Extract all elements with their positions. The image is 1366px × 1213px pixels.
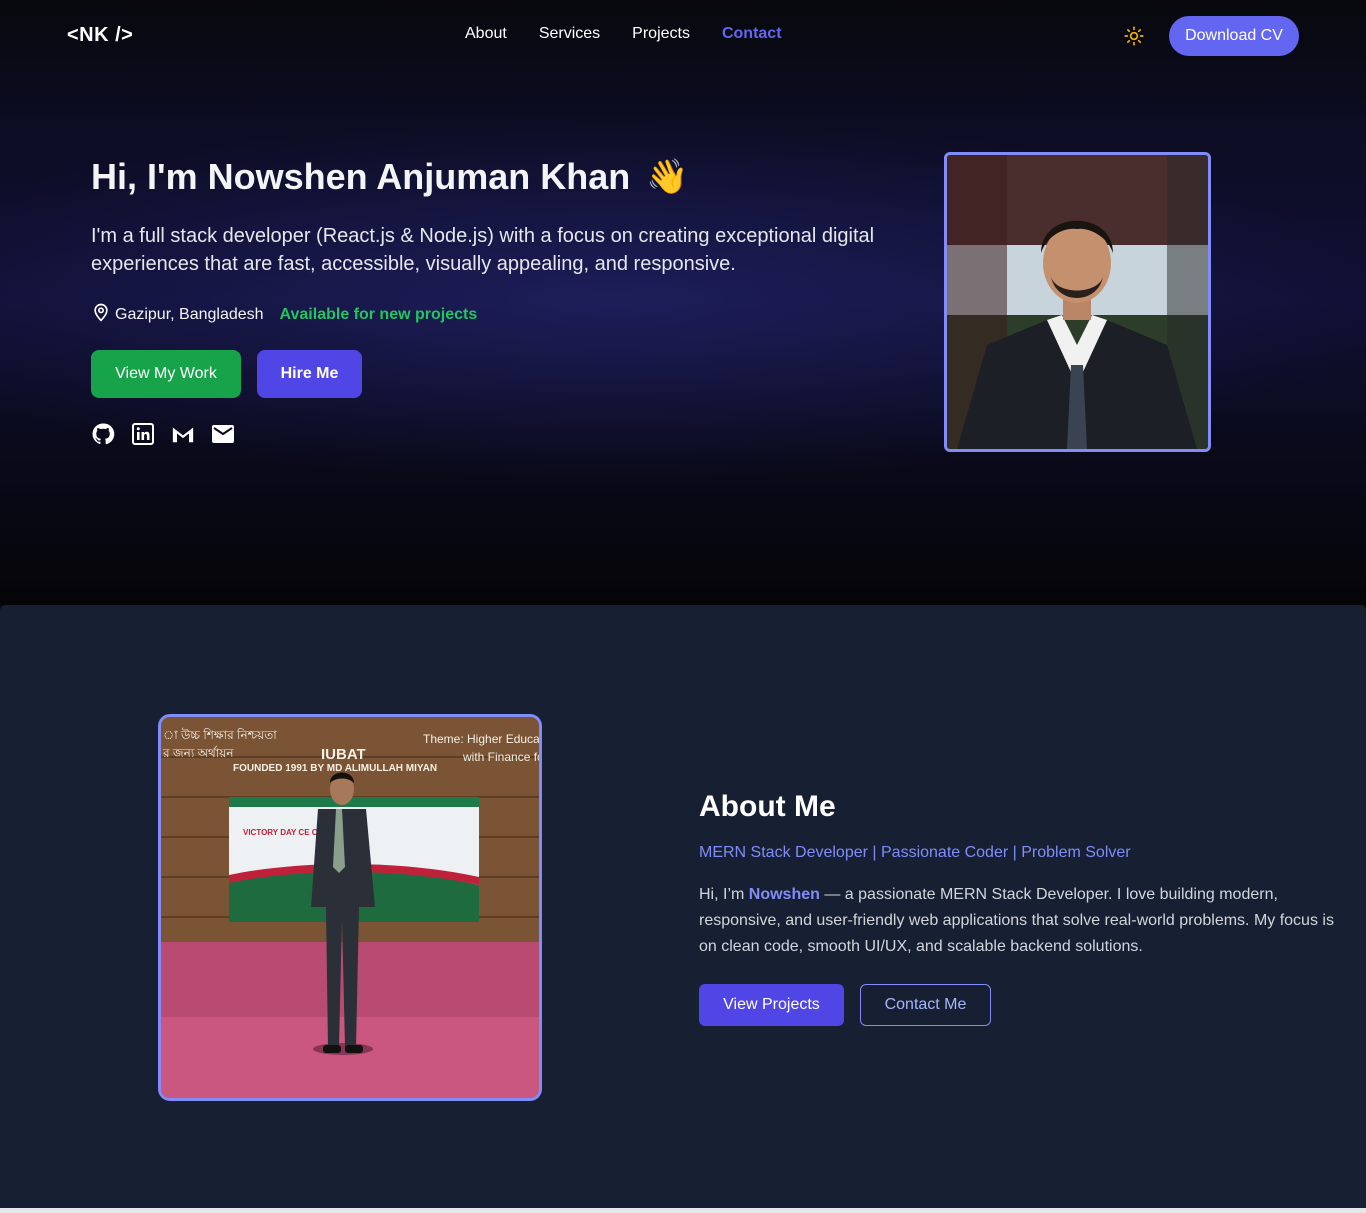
- github-icon[interactable]: [91, 422, 115, 446]
- profile-photo: [944, 152, 1211, 452]
- event-photo: VICTORY DAY CE OF BA IUBAT FOUNDED 1991 …: [158, 714, 542, 1101]
- site-logo[interactable]: <NK />: [67, 24, 133, 47]
- nav-links: About Services Projects Contact: [465, 25, 814, 43]
- about-text-name: Nowshen: [748, 886, 820, 903]
- mail-icon[interactable]: [211, 422, 235, 446]
- hero-description: I'm a full stack developer (React.js & N…: [91, 225, 875, 275]
- nav-link-about[interactable]: About: [465, 25, 507, 43]
- about-text-intro: Hi, I’m: [699, 886, 749, 903]
- about-title: About Me: [699, 790, 836, 823]
- location-text: Gazipur, Bangladesh: [115, 305, 264, 323]
- about-subtitle: MERN Stack Developer | Passionate Coder …: [699, 844, 1131, 861]
- hero-title-text: Hi, I'm Nowshen Anjuman Khan: [91, 156, 631, 197]
- bottom-divider: [0, 1208, 1366, 1213]
- nav-link-projects[interactable]: Projects: [632, 25, 690, 43]
- location: Gazipur, Bangladesh: [91, 302, 264, 327]
- view-my-work-button[interactable]: View My Work: [91, 350, 241, 398]
- sun-icon[interactable]: [1122, 24, 1146, 48]
- photo-sign-theme-1: Theme: Higher Educati: [423, 732, 539, 746]
- nav-link-services[interactable]: Services: [539, 25, 600, 43]
- photo-sign-iubat: IUBAT: [321, 746, 366, 763]
- hero-section: <NK /> About Services Projects Contact D…: [0, 0, 1366, 605]
- social-links: [91, 422, 235, 446]
- map-pin-icon: [91, 302, 111, 327]
- gmail-icon[interactable]: [171, 422, 195, 446]
- photo-sign-founded: FOUNDED 1991 BY MD ALIMULLAH MIYAN: [233, 763, 437, 774]
- about-buttons: View Projects Contact Me: [699, 984, 991, 1026]
- hero-title: Hi, I'm Nowshen Anjuman Khan 👋: [91, 156, 689, 198]
- photo-sign-bangla-1: া উচ্চ শিক্ষার নিশ্চয়তা: [163, 728, 277, 742]
- hero-meta: Gazipur, Bangladesh Available for new pr…: [91, 302, 477, 327]
- nav-link-contact[interactable]: Contact: [722, 25, 782, 43]
- download-cv-button[interactable]: Download CV: [1169, 16, 1299, 56]
- availability-status: Available for new projects: [279, 305, 478, 323]
- hire-me-button[interactable]: Hire Me: [257, 350, 362, 398]
- photo-sign-bangla-2: র জন্য অর্থায়ন: [162, 746, 234, 760]
- contact-me-button[interactable]: Contact Me: [860, 984, 991, 1026]
- wave-hand-icon: 👋: [646, 158, 689, 196]
- top-nav: <NK /> About Services Projects Contact D…: [0, 0, 1366, 72]
- view-projects-button[interactable]: View Projects: [699, 984, 844, 1026]
- about-description: Hi, I’m Nowshen — a passionate MERN Stac…: [699, 882, 1349, 960]
- about-section: VICTORY DAY CE OF BA IUBAT FOUNDED 1991 …: [0, 605, 1366, 1208]
- hero-buttons: View My Work Hire Me: [91, 350, 362, 398]
- linkedin-icon[interactable]: [131, 422, 155, 446]
- photo-sign-theme-2: with Finance fo: [462, 750, 539, 764]
